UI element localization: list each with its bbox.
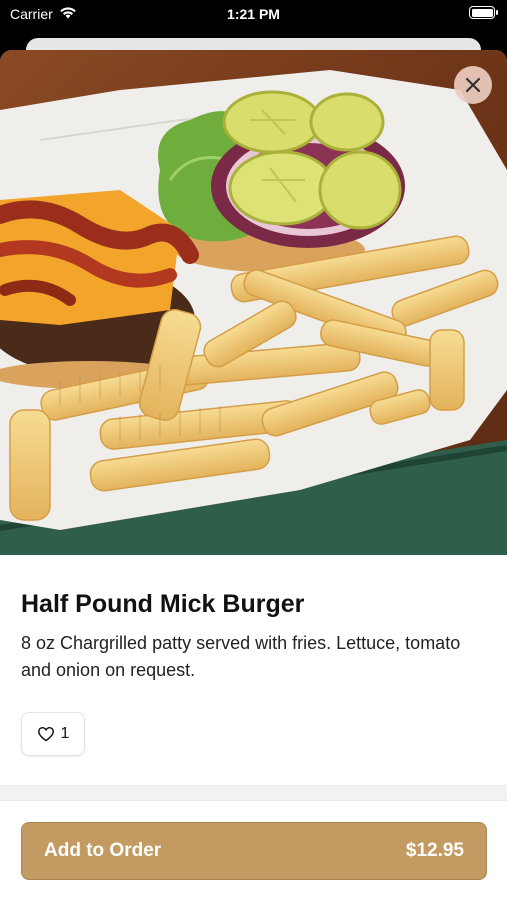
close-icon (465, 77, 481, 93)
close-button[interactable] (454, 66, 492, 104)
item-price: $12.95 (405, 840, 464, 861)
add-to-order-label: Add to Order (44, 840, 162, 861)
add-to-order-button[interactable]: Add to Order $12.95 (21, 822, 487, 880)
item-sheet: Half Pound Mick Burger 8 oz Chargrilled … (0, 50, 507, 900)
item-detail-screen: Carrier 1:21 PM Half Pound Mick Burger 8… (0, 0, 507, 900)
item-photo (0, 50, 507, 555)
item-description: 8 oz Chargrilled patty served with fries… (21, 633, 461, 680)
item-name: Half Pound Mick Burger (21, 590, 305, 618)
heart-icon (37, 726, 54, 742)
status-bar: Carrier 1:21 PM (0, 0, 507, 30)
like-count: 1 (60, 725, 70, 742)
status-time: 1:21 PM (227, 6, 280, 22)
section-divider (0, 785, 507, 801)
like-button[interactable]: 1 (21, 712, 85, 756)
battery-icon (469, 6, 498, 19)
status-right (469, 6, 498, 19)
